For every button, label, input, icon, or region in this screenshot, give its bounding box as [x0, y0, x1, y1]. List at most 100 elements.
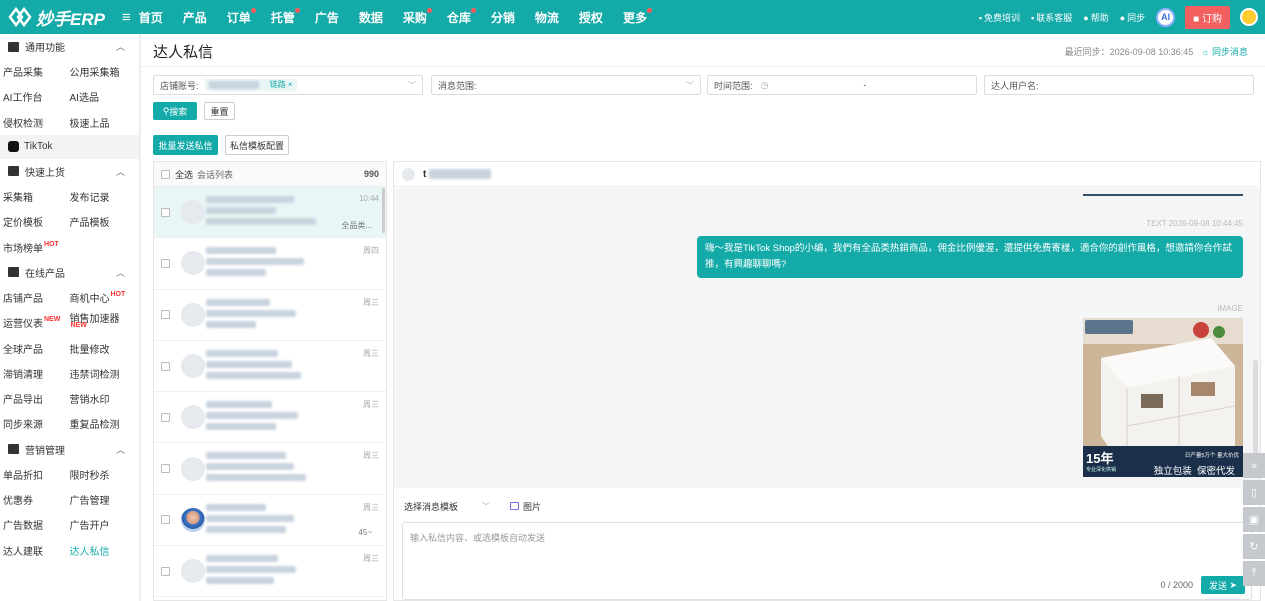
sidebar-section-marketing[interactable]: 营销管理 ︿	[0, 437, 139, 462]
new-badge: NEW	[70, 321, 87, 329]
sidebar-item[interactable]: 达人私信	[70, 543, 137, 558]
sidebar-tiktok[interactable]: TikTok	[0, 134, 139, 159]
sidebar-item[interactable]: 重复品检测	[70, 416, 137, 431]
nav-item[interactable]: 采购	[403, 7, 432, 26]
message-template-select[interactable]: 选择消息模板 ﹀	[404, 500, 496, 513]
conversation-checkbox[interactable]	[161, 361, 170, 371]
nav-item[interactable]: 分销	[491, 9, 515, 26]
sidebar-item[interactable]: 商机中心HOT	[70, 290, 137, 305]
sidebar-item[interactable]: 营销水印	[70, 391, 137, 406]
sidebar-item[interactable]: 广告开户	[70, 517, 137, 532]
collapse-icon[interactable]: »	[1243, 453, 1265, 478]
page-title: 达人私信	[153, 44, 214, 61]
feedback-icon[interactable]: ▣	[1243, 507, 1265, 532]
sidebar-item[interactable]: 运营仪表NEW	[3, 315, 70, 330]
sidebar-item[interactable]: 广告管理	[70, 492, 137, 507]
conversation-item[interactable]: 周三	[154, 392, 386, 444]
nav-item[interactable]: 仓库	[447, 7, 476, 26]
nav-item[interactable]: 托管	[271, 7, 300, 26]
conversation-checkbox[interactable]	[161, 310, 170, 320]
sidebar-item[interactable]: 发布记录	[70, 189, 137, 204]
sidebar-section-online[interactable]: 在线产品 ︿	[0, 260, 139, 285]
conversation-checkbox[interactable]	[161, 515, 170, 525]
search-button[interactable]: ⚲ 搜索	[153, 102, 197, 120]
sidebar-item[interactable]: 单品折扣	[3, 467, 70, 482]
batch-send-button[interactable]: 批量发送私信	[153, 135, 218, 155]
send-button[interactable]: 发送 ➤	[1201, 576, 1245, 594]
time-range-picker[interactable]: 时间范围: ◷ -	[707, 75, 977, 95]
nav-item[interactable]: 授权	[579, 9, 603, 26]
back-to-top-icon[interactable]: ⤒	[1243, 561, 1265, 586]
contact-service-link[interactable]: ▪ 联系客服	[1031, 11, 1072, 24]
conversation-checkbox[interactable]	[161, 412, 170, 422]
nav-item[interactable]: 广告	[315, 9, 339, 26]
conversation-item[interactable]: 全品类... 10:44	[154, 187, 386, 239]
sidebar-item[interactable]: 滞销清理	[3, 366, 70, 381]
nav-item[interactable]: 首页	[139, 9, 163, 26]
conversation-item[interactable]: 周三	[154, 290, 386, 341]
message-input[interactable]: 输入私信内容、或选模板自动发送 0 / 2000 发送 ➤	[402, 522, 1252, 600]
sidebar-item[interactable]: 违禁词检测	[70, 366, 137, 381]
sidebar-item[interactable]: 产品模板	[70, 214, 137, 229]
help-link[interactable]: ● 帮助	[1083, 11, 1108, 24]
user-avatar-icon[interactable]	[1240, 8, 1258, 26]
sidebar-item[interactable]: 产品采集	[3, 64, 70, 79]
sidebar-item[interactable]: 定价模板	[3, 214, 70, 229]
message-range-select[interactable]: 消息范围: ﹀	[431, 75, 701, 95]
conversation-item[interactable]: 周三	[154, 443, 386, 495]
free-training-link[interactable]: ▪ 免费培训	[979, 11, 1020, 24]
sidebar-item[interactable]: 店铺产品	[3, 290, 70, 305]
conversation-item[interactable]: 周三	[154, 341, 386, 393]
conversation-item[interactable]: 45~ 周三	[154, 495, 386, 547]
app-logo[interactable]: 妙手ERP	[0, 5, 140, 30]
ai-assistant-button[interactable]: AI	[1156, 7, 1176, 27]
refresh-icon[interactable]: ↻	[1243, 534, 1265, 559]
reset-button[interactable]: 重置	[204, 102, 235, 120]
conversation-checkbox[interactable]	[161, 258, 170, 268]
sidebar-item[interactable]: 限时秒杀	[70, 467, 137, 482]
sync-messages-link[interactable]: ☼ 同步消息	[1201, 47, 1248, 57]
sidebar-item[interactable]: 产品导出	[3, 391, 70, 406]
conversation-scrollbar[interactable]	[382, 188, 385, 233]
sidebar-item[interactable]: 批量修改	[70, 341, 137, 356]
select-all-checkbox[interactable]	[161, 169, 170, 179]
sidebar-item[interactable]: 采集箱	[3, 189, 70, 204]
nav-item[interactable]: 更多	[623, 7, 652, 26]
sidebar-item[interactable]: 侵权检测	[3, 115, 70, 130]
store-account-select[interactable]: 店铺账号: 链路 × ﹀	[153, 75, 423, 95]
sync-link[interactable]: ● 同步	[1120, 11, 1145, 24]
sidebar-item[interactable]: 销售加速器NEW	[70, 310, 137, 336]
sidebar-section-quick[interactable]: 快速上货 ︿	[0, 159, 139, 184]
nav-item[interactable]: 物流	[535, 9, 559, 26]
conversation-checkbox[interactable]	[161, 464, 170, 474]
page-scrollbar[interactable]	[1253, 360, 1258, 455]
nav-item[interactable]: 产品	[183, 9, 207, 26]
outgoing-image-message[interactable]: 15年 专业深化供销 日产量5万个 量大价优 独立包装 保密代发	[1083, 318, 1243, 477]
sidebar-item[interactable]: AI工作台	[3, 89, 70, 104]
conversation-item[interactable]: 周四	[154, 238, 386, 290]
order-button[interactable]: ■ 订购	[1185, 5, 1230, 29]
sidebar-item[interactable]: 极速上品	[70, 115, 137, 130]
sidebar-item[interactable]: 优惠券	[3, 492, 70, 507]
sidebar-item[interactable]: AI选品	[70, 89, 137, 104]
nav-item[interactable]: 订单	[227, 7, 256, 26]
sidebar-item[interactable]: 广告数据	[3, 517, 70, 532]
compose-toolbar: 选择消息模板 ﹀ 图片	[394, 492, 1260, 520]
sidebar-item[interactable]: 同步来源	[3, 416, 70, 431]
sidebar-item[interactable]: 达人建联	[3, 543, 70, 558]
creator-username-input[interactable]: 达人用户名:	[984, 75, 1254, 95]
new-badge: NEW	[44, 316, 61, 324]
hamburger-menu-icon[interactable]: ≡	[122, 9, 131, 26]
conversation-item[interactable]: 周三	[154, 546, 386, 598]
nav-item[interactable]: 数据	[359, 9, 383, 26]
mobile-icon[interactable]: ▯	[1243, 480, 1265, 505]
sidebar-item[interactable]: 市场榜单HOT	[3, 240, 70, 255]
insert-image-button[interactable]: 图片	[510, 500, 541, 513]
sidebar-item[interactable]: 全球产品	[3, 341, 70, 356]
conversation-checkbox[interactable]	[161, 566, 170, 576]
sidebar-section-common[interactable]: 通用功能 ︿	[0, 34, 139, 59]
conversation-checkbox[interactable]	[161, 207, 170, 217]
sidebar-item[interactable]: 公用采集箱	[70, 64, 137, 79]
template-config-button[interactable]: 私信模板配置	[225, 135, 289, 155]
store-tag[interactable]: 链路 ×	[204, 79, 297, 91]
